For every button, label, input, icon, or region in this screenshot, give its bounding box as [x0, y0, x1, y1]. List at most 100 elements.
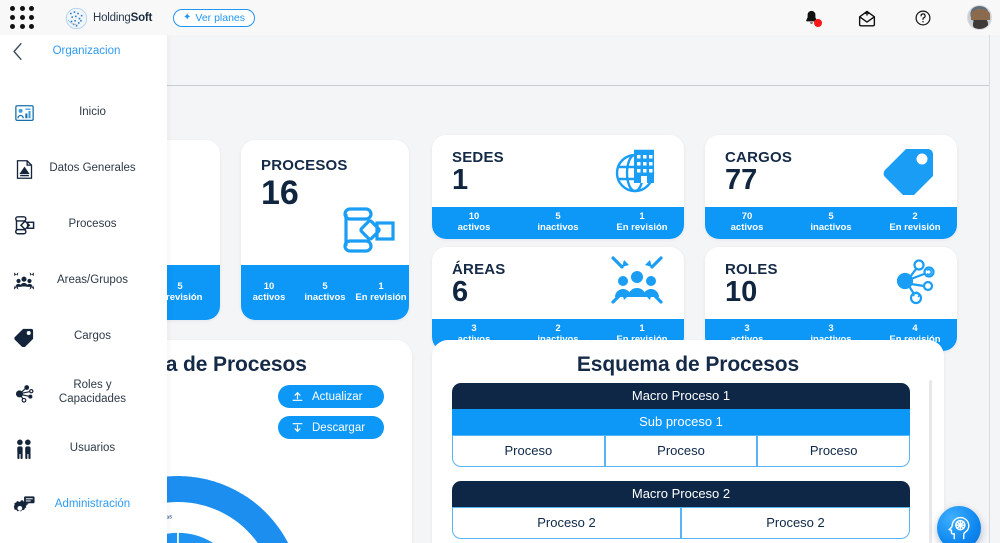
notification-badge: [814, 18, 822, 27]
descargar-button[interactable]: Descargar: [278, 416, 384, 439]
app-root: HoldingSoft ✦ Ver planes 5 n revisión PR…: [0, 0, 1000, 543]
sidebar-item-areas-grupos[interactable]: Areas/Grupos: [0, 253, 167, 309]
gear-chat-icon: [0, 495, 48, 516]
process-row: Proceso 2 Proceso 2: [452, 507, 910, 539]
sidebar: Organizacion Inicio Datos Generales Proc…: [0, 35, 167, 543]
sidebar-item-usuarios[interactable]: Usuarios: [0, 421, 167, 477]
stat-value: 5: [322, 280, 328, 292]
sidebar-menu: Inicio Datos Generales Procesos Areas/Gr…: [0, 85, 167, 533]
stat-value: 10: [263, 280, 275, 292]
process-tree: Macro Proceso 1 Sub proceso 1 Proceso Pr…: [452, 383, 911, 543]
sub-process-header[interactable]: Sub proceso 1: [452, 409, 910, 435]
card-number: 10: [725, 276, 758, 308]
card-number: 16: [261, 174, 299, 212]
stat-value: 1: [378, 280, 384, 292]
stat-label: activos: [457, 222, 491, 233]
tag-icon: [879, 143, 937, 195]
sidebar-item-procesos[interactable]: Procesos: [0, 197, 167, 253]
stat-label: En revisión: [889, 222, 941, 233]
stat-card-roles[interactable]: ROLES 10 3 activos: [705, 247, 957, 351]
descargar-label: Descargar: [312, 421, 366, 434]
sidebar-header: Organizacion: [0, 35, 167, 67]
stat-label: En revisión: [355, 291, 407, 303]
top-bar-icons: [799, 0, 992, 35]
macro-process-group: Macro Proceso 1 Sub proceso 1 Proceso Pr…: [452, 383, 911, 467]
actualizar-button[interactable]: Actualizar: [278, 385, 384, 408]
network-nodes-icon: [0, 383, 48, 403]
sidebar-item-administracion[interactable]: Administración: [0, 477, 167, 533]
sidebar-item-label: Administración: [54, 498, 131, 511]
ver-planes-button[interactable]: ✦ Ver planes: [173, 9, 256, 27]
holdingsoft-mark-icon: [62, 4, 91, 33]
sidebar-item-datos-generales[interactable]: Datos Generales: [0, 141, 167, 197]
mapa-actions: Actualizar Descargar: [278, 385, 384, 439]
process-cell[interactable]: Proceso: [604, 435, 758, 467]
building-globe-icon: [610, 143, 664, 197]
chevron-left-icon[interactable]: [0, 35, 34, 67]
card-number: 6: [452, 276, 469, 308]
stat-seg: 5 inactivos: [297, 280, 353, 303]
process-flow-icon: [0, 215, 48, 236]
sidebar-item-label: Cargos: [73, 330, 112, 343]
process-flow-icon: [339, 203, 397, 258]
brand-name-light: Holding: [93, 12, 131, 24]
sidebar-item-roles-capacidades[interactable]: Roles y Capacidades: [0, 365, 167, 421]
sidebar-item-label: Datos Generales: [49, 162, 136, 175]
sidebar-title: Organizacion: [52, 45, 121, 57]
stat-label: inactivos: [537, 222, 579, 233]
brand-name-bold: Soft: [130, 12, 153, 24]
header-divider: [167, 85, 990, 86]
stat-seg: 1 En revisión: [353, 280, 409, 303]
process-row: Proceso Proceso Proceso: [452, 435, 911, 467]
panel-title-esquema: Esquema de Procesos: [576, 353, 800, 376]
group-people-icon: [0, 271, 48, 291]
process-cell[interactable]: Proceso: [757, 435, 911, 467]
grid-dots-icon[interactable]: [10, 6, 36, 30]
card-number: 1: [452, 164, 469, 196]
stat-strip: 70 activos 5 inactivos 2 En revisión: [705, 207, 957, 239]
brand-logo[interactable]: HoldingSoft: [62, 3, 152, 33]
sidebar-item-label: Roles y Capacidades: [58, 379, 127, 405]
stat-seg: 10 activos: [432, 212, 516, 233]
sidebar-item-inicio[interactable]: Inicio: [0, 85, 167, 141]
esquema-de-procesos-panel: Esquema de Procesos Macro Proceso 1 Sub …: [432, 340, 944, 543]
avatar[interactable]: [967, 5, 992, 30]
network-nodes-icon: [883, 255, 937, 307]
stat-label: En revisión: [616, 222, 668, 233]
macro-process-header[interactable]: Macro Proceso 2: [452, 481, 910, 507]
tag-icon: [0, 327, 48, 347]
download-icon: [291, 421, 304, 434]
stat-label: activos: [252, 291, 286, 303]
process-cell[interactable]: Proceso 2: [681, 507, 910, 539]
help-icon[interactable]: [911, 6, 935, 30]
stat-seg: 1 En revisión: [600, 212, 684, 233]
esquema-scrollbar[interactable]: [929, 380, 932, 543]
stat-seg: 5 inactivos: [516, 212, 600, 233]
top-bar: HoldingSoft ✦ Ver planes: [0, 0, 1000, 35]
process-cell[interactable]: Proceso: [452, 435, 605, 467]
stat-card-areas[interactable]: ÁREAS 6 3 2 1: [432, 247, 684, 351]
dashboard-icon: [0, 104, 48, 123]
macro-process-header[interactable]: Macro Proceso 1: [452, 383, 910, 409]
two-people-icon: [0, 439, 48, 460]
macro-process-group: Macro Proceso 2 Proceso 2 Proceso 2: [452, 481, 910, 539]
stat-strip: 10 activos 5 inactivos 1 En revisión: [241, 265, 409, 320]
sidebar-item-label: Areas/Grupos: [57, 274, 128, 287]
stat-seg: 70 activos: [705, 212, 789, 233]
sidebar-item-label: Procesos: [68, 218, 117, 231]
bell-icon[interactable]: [799, 6, 823, 30]
stat-card-procesos[interactable]: PROCESOS 16 10 activos 5 inactivos 1 En …: [241, 140, 409, 320]
inbox-icon[interactable]: [855, 6, 879, 30]
stat-card-sedes[interactable]: SEDES 1 10 activos 5 inactivos 1 En revi…: [432, 135, 684, 239]
stat-card-cargos[interactable]: CARGOS 77 70 activos 5 inactivos 2 En re…: [705, 135, 957, 239]
actualizar-label: Actualizar: [312, 390, 363, 403]
stat-label: activos: [730, 222, 764, 233]
ai-brain-head-icon[interactable]: [937, 506, 981, 543]
process-cell[interactable]: Proceso 2: [452, 507, 681, 539]
sparkle-icon: ✦: [183, 12, 192, 23]
sidebar-item-cargos[interactable]: Cargos: [0, 309, 167, 365]
card-number: 77: [725, 164, 758, 196]
ver-planes-label: Ver planes: [195, 12, 246, 24]
card-title: PROCESOS: [261, 157, 348, 174]
stat-seg: 10 activos: [241, 280, 297, 303]
